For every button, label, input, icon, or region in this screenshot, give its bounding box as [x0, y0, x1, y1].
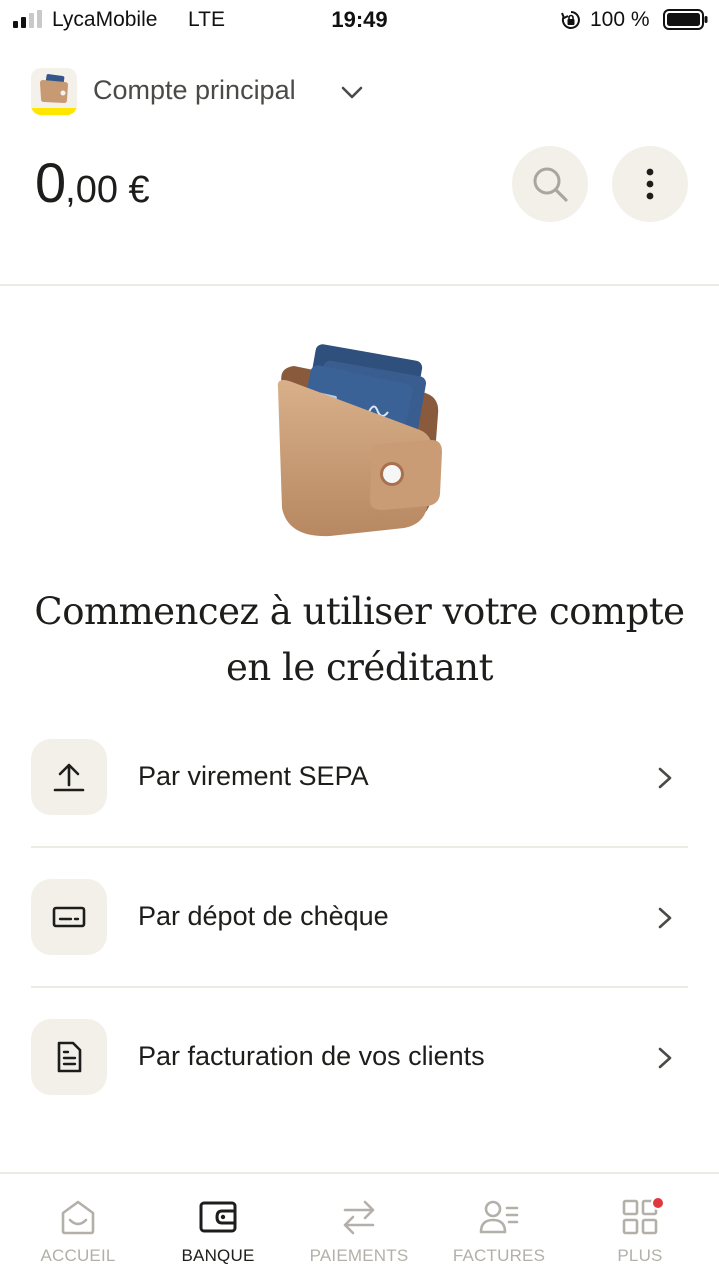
- nav-label: PLUS: [617, 1246, 663, 1265]
- wallet-icon: [199, 1201, 237, 1233]
- status-bar: LycaMobile LTE 19:49 100 %: [0, 0, 719, 40]
- cheque-icon: [52, 906, 86, 928]
- battery-icon: [663, 9, 708, 30]
- upload-icon: [53, 763, 85, 792]
- invoices-person-icon: [479, 1200, 519, 1234]
- nav-item-plus[interactable]: PLUS: [570, 1174, 710, 1280]
- nav-item-banque[interactable]: BANQUE: [148, 1174, 288, 1280]
- battery-percent: 100 %: [590, 8, 650, 31]
- nav-label: FACTURES: [452, 1246, 546, 1265]
- nav-item-factures[interactable]: FACTURES: [429, 1174, 569, 1280]
- chevron-right-icon: [658, 1047, 672, 1069]
- header-divider: [0, 284, 719, 286]
- search-button[interactable]: [512, 146, 588, 222]
- chevron-right-icon: [658, 767, 672, 789]
- wallet-illustration: [277, 344, 442, 537]
- more-vertical-icon: [646, 168, 654, 200]
- nav-item-accueil[interactable]: ACCUEIL: [8, 1174, 148, 1280]
- account-avatar[interactable]: [31, 68, 77, 115]
- list-divider: [31, 986, 688, 988]
- wallet-avatar-icon: [40, 74, 68, 103]
- account-accent-bar: [31, 108, 77, 115]
- account-balance: 0,00 €: [35, 150, 150, 215]
- option-icon-tile: [31, 1019, 107, 1095]
- empty-state-headline: Commencez à utiliser votre compte en le …: [20, 584, 699, 696]
- option-sepa-transfer[interactable]: Par virement SEPA: [31, 739, 688, 817]
- headline-line-2: en le créditant: [226, 646, 493, 689]
- option-label: Par virement SEPA: [138, 761, 369, 791]
- headline-line-1: Commencez à utiliser votre compte: [34, 590, 685, 633]
- option-label: Par facturation de vos clients: [138, 1041, 485, 1071]
- transfer-arrows-icon: [343, 1200, 375, 1235]
- option-icon-tile: [31, 739, 107, 815]
- balance-whole: 0: [35, 151, 66, 214]
- more-options-button[interactable]: [612, 146, 688, 222]
- nav-item-paiements[interactable]: PAIEMENTS: [289, 1174, 429, 1280]
- option-label: Par dépot de chèque: [138, 901, 389, 931]
- rotation-lock-icon: [561, 11, 580, 29]
- chevron-down-icon[interactable]: [340, 80, 364, 104]
- search-icon: [533, 167, 568, 202]
- invoice-icon: [57, 1041, 82, 1073]
- option-cheque-deposit[interactable]: Par dépot de chèque: [31, 879, 688, 957]
- chevron-right-icon: [658, 907, 672, 929]
- list-divider: [31, 846, 688, 848]
- nav-label: BANQUE: [181, 1246, 255, 1265]
- bottom-navigation: ACCUEIL BANQUE PAIEMENTS FACTURES PLUS: [0, 1172, 719, 1280]
- option-icon-tile: [31, 879, 107, 955]
- nav-label: ACCUEIL: [40, 1246, 116, 1265]
- home-icon: [61, 1200, 95, 1235]
- balance-decimal: ,00 €: [65, 169, 150, 211]
- nav-label: PAIEMENTS: [309, 1246, 409, 1265]
- notification-dot: [651, 1196, 665, 1210]
- account-name[interactable]: Compte principal: [93, 75, 296, 106]
- option-client-invoicing[interactable]: Par facturation de vos clients: [31, 1019, 688, 1097]
